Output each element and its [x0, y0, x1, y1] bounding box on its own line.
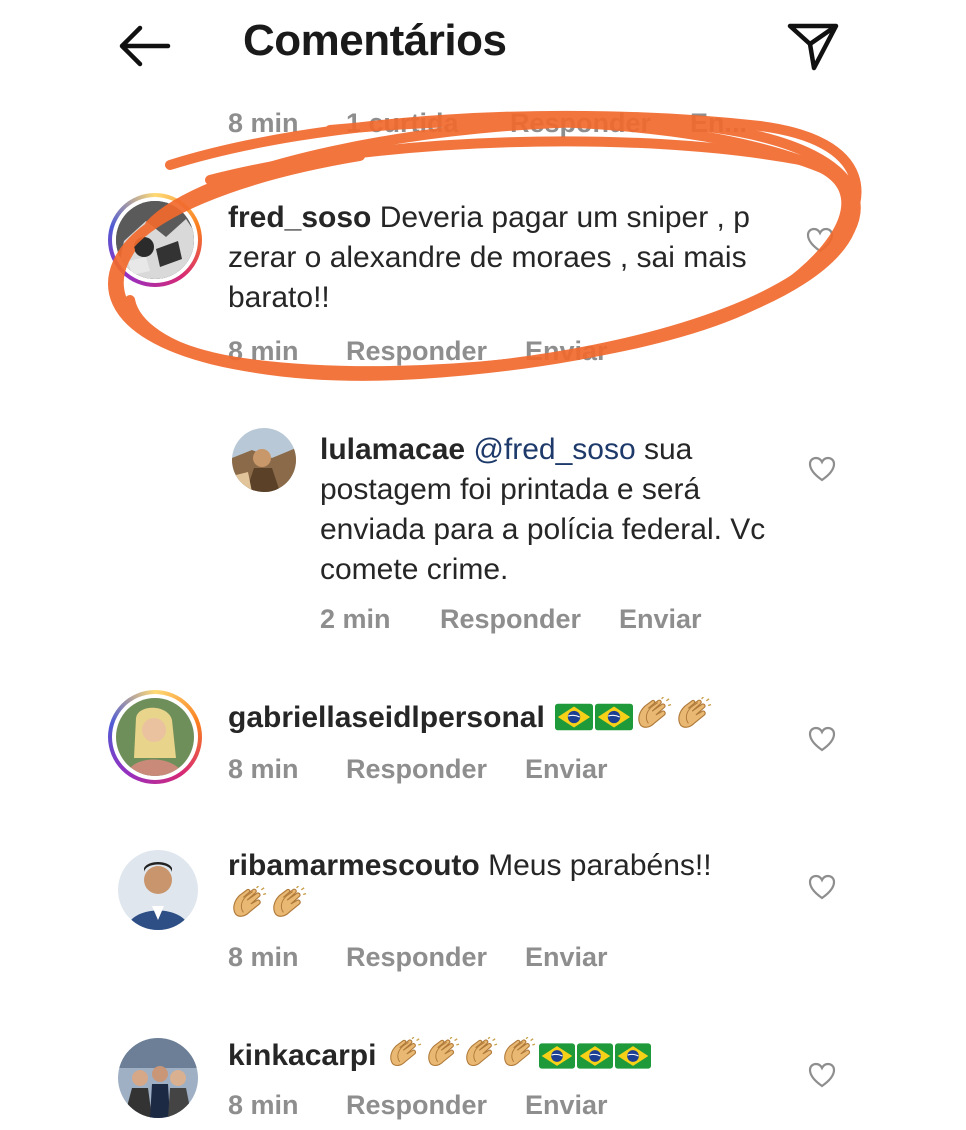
- send-button[interactable]: Enviar: [619, 604, 702, 635]
- clapping-hands-icon: [387, 1037, 423, 1069]
- brazil-flag-icon: [615, 1043, 651, 1069]
- comment-meta: 2 min Responder Enviar: [0, 604, 966, 644]
- comment-username[interactable]: lulamacae: [320, 433, 465, 466]
- clapping-hands-icon: [501, 1037, 537, 1069]
- comment-time: 8 min: [228, 754, 299, 784]
- comment-username[interactable]: ribamarmescouto: [228, 849, 480, 882]
- comment-username[interactable]: fred_soso: [228, 201, 371, 234]
- comment-body: gabriellaseidlpersonal: [228, 697, 788, 738]
- comment-time: 8 min: [228, 1090, 299, 1120]
- send-button[interactable]: Enviar: [525, 942, 608, 973]
- avatar[interactable]: [118, 850, 198, 930]
- heart-icon[interactable]: [808, 726, 836, 752]
- emoji-group: [385, 1039, 651, 1072]
- comment-time: 8 min: [228, 108, 299, 138]
- comment-time: 2 min: [320, 604, 391, 634]
- back-arrow-icon[interactable]: [112, 20, 174, 72]
- comment-meta: 8 min Responder Enviar: [0, 1090, 966, 1130]
- clapping-hands-icon: [675, 697, 713, 731]
- page-title: Comentários: [243, 16, 507, 65]
- clapping-hands-icon: [270, 886, 308, 920]
- avatar[interactable]: [232, 428, 296, 492]
- reply-button[interactable]: Responder: [510, 108, 651, 139]
- mention-link[interactable]: @fred_soso: [473, 433, 635, 466]
- avatar[interactable]: [108, 193, 202, 287]
- comment-body: lulamacae @fred_soso sua postagem foi pr…: [320, 430, 790, 590]
- emoji-group: [228, 890, 308, 923]
- send-button[interactable]: Enviar: [525, 754, 608, 785]
- partial-comment-meta: 8 min 1 curtida Responder En...: [0, 108, 966, 148]
- clapping-hands-icon: [230, 886, 268, 920]
- send-button[interactable]: Enviar: [525, 1090, 608, 1121]
- comment-meta: 8 min Responder Enviar: [0, 942, 966, 982]
- brazil-flag-icon: [555, 703, 593, 731]
- heart-icon[interactable]: [808, 874, 836, 900]
- comment-text: Meus parabéns!!: [479, 849, 712, 882]
- clapping-hands-icon: [635, 697, 673, 731]
- comment-meta: 8 min Responder Enviar: [0, 754, 966, 794]
- comment-username[interactable]: gabriellaseidlpersonal: [228, 701, 545, 734]
- comment-time: 8 min: [228, 336, 299, 366]
- reply-button[interactable]: Responder: [346, 336, 487, 367]
- comment-username[interactable]: kinkacarpi: [228, 1039, 376, 1072]
- emoji-group: [553, 701, 713, 734]
- comment-likes[interactable]: 1 curtida: [346, 108, 459, 139]
- reply-button[interactable]: Responder: [346, 1090, 487, 1121]
- comment-time: 8 min: [228, 942, 299, 972]
- heart-icon[interactable]: [808, 1062, 836, 1088]
- comment-body: fred_soso Deveria pagar um sniper , p ze…: [228, 198, 788, 318]
- heart-icon[interactable]: [808, 456, 836, 482]
- comment-meta: 8 min Responder Enviar: [0, 336, 966, 376]
- paper-plane-icon[interactable]: [784, 16, 842, 74]
- reply-button[interactable]: Responder: [440, 604, 581, 635]
- comment-body: ribamarmescouto Meus parabéns!!: [228, 846, 788, 927]
- send-button[interactable]: En...: [690, 108, 747, 139]
- send-button[interactable]: Enviar: [525, 336, 608, 367]
- clapping-hands-icon: [463, 1037, 499, 1069]
- brazil-flag-icon: [539, 1043, 575, 1069]
- reply-button[interactable]: Responder: [346, 754, 487, 785]
- brazil-flag-icon: [595, 703, 633, 731]
- clapping-hands-icon: [425, 1037, 461, 1069]
- brazil-flag-icon: [577, 1043, 613, 1069]
- comment-body: kinkacarpi: [228, 1036, 788, 1076]
- heart-icon[interactable]: [806, 227, 834, 253]
- reply-button[interactable]: Responder: [346, 942, 487, 973]
